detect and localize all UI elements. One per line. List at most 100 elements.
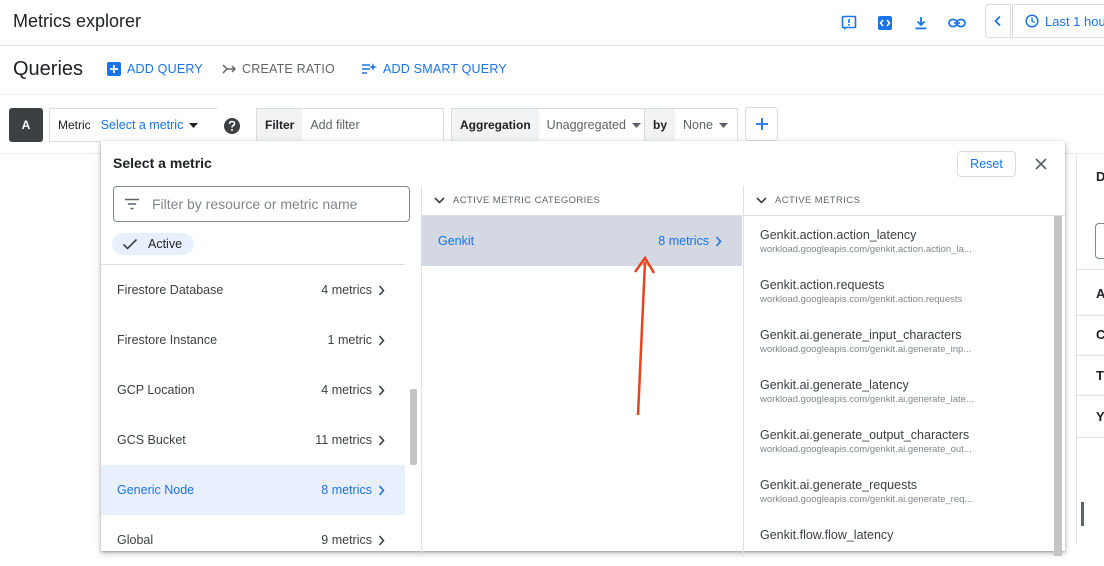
metrics-header-label: ACTIVE METRICS [775, 195, 861, 206]
metrics-list: Genkit.action.action_latency workload.go… [744, 216, 1054, 566]
resource-count: 11 metrics [315, 433, 372, 447]
help-icon[interactable] [222, 116, 242, 136]
categories-header[interactable]: ACTIVE METRIC CATEGORIES [422, 186, 743, 216]
feedback-icon[interactable] [838, 12, 860, 34]
plus-icon [755, 118, 768, 130]
chevron-right-icon [715, 235, 722, 247]
popup-title: Select a metric [113, 155, 212, 171]
right-panel-letter: A [1096, 286, 1104, 301]
list-item[interactable]: Global 9 metrics [101, 515, 405, 565]
scrollbar[interactable] [1054, 216, 1062, 556]
clock-icon [1025, 14, 1039, 28]
download-icon[interactable] [910, 12, 932, 34]
check-icon [122, 238, 138, 250]
metric-name: Genkit.action.action_latency [760, 228, 917, 242]
aggregation-label: Aggregation [452, 109, 539, 141]
chevron-right-icon [378, 534, 385, 546]
select-metric-popup: Select a metric Reset Active Firestore D… [101, 141, 1065, 556]
scrollbar[interactable] [1081, 502, 1084, 526]
by-label: by [645, 109, 676, 141]
resource-name: Firestore Database [117, 283, 224, 297]
metric-name: Genkit.ai.generate_requests [760, 478, 918, 492]
metric-path: workload.googleapis.com/genkit.ai.genera… [760, 444, 972, 455]
scrollbar[interactable] [410, 389, 417, 465]
active-chip-label: Active [148, 237, 183, 251]
active-filter-chip[interactable]: Active [112, 233, 195, 255]
add-query-label: ADD QUERY [127, 62, 203, 76]
category-item-selected[interactable]: Genkit 8 metrics [422, 216, 742, 266]
list-item[interactable]: Firestore Instance 1 metric [101, 315, 405, 365]
resource-count: 8 metrics [321, 483, 372, 497]
dropdown-arrow-icon [631, 122, 641, 128]
category-count: 8 metrics [658, 234, 709, 248]
right-panel-letter: C [1096, 327, 1104, 342]
list-item[interactable]: Genkit.action.requests workload.googleap… [744, 266, 1054, 316]
metric-name: Genkit.ai.generate_latency [760, 378, 909, 392]
metric-label: Metric [50, 109, 99, 141]
query-letter-badge[interactable]: A [9, 108, 43, 142]
chevron-right-icon [378, 334, 385, 346]
category-name: Genkit [438, 234, 475, 248]
smart-query-icon [362, 63, 377, 74]
divider [1077, 355, 1104, 356]
resource-name: GCS Bucket [117, 433, 186, 447]
resource-name: Global [117, 533, 154, 547]
right-panel-field[interactable] [1095, 223, 1104, 259]
list-item[interactable]: Genkit.ai.generate_input_characters work… [744, 316, 1054, 366]
right-panel-letter: D [1096, 169, 1104, 184]
categories-header-label: ACTIVE METRIC CATEGORIES [453, 195, 601, 206]
group-by-selector[interactable]: by None [644, 108, 738, 142]
divider [1077, 269, 1104, 270]
annotation-arrow-icon [633, 255, 656, 416]
resource-count: 4 metrics [321, 383, 372, 397]
link-icon[interactable] [946, 12, 968, 34]
add-clause-button[interactable] [745, 107, 778, 141]
code-icon[interactable] [874, 12, 896, 34]
right-config-panel: D A C T Y [1076, 155, 1104, 543]
dropdown-arrow-icon [189, 122, 199, 128]
list-item[interactable]: GCP Location 4 metrics [101, 365, 405, 415]
right-panel-letter: Y [1096, 409, 1104, 424]
resource-count: 4 metrics [321, 283, 372, 297]
add-query-button[interactable]: ADD QUERY [107, 62, 203, 76]
merge-icon [222, 64, 236, 74]
list-item[interactable]: Firestore Database 4 metrics [101, 265, 405, 315]
metrics-header[interactable]: ACTIVE METRICS [744, 186, 1065, 216]
queries-heading: Queries [13, 58, 84, 80]
time-range-label: Last 1 hour [1045, 13, 1104, 29]
chevron-right-icon [378, 434, 385, 446]
time-range-picker[interactable]: Last 1 hour [1012, 4, 1104, 38]
metric-value[interactable]: Select a metric [99, 118, 207, 132]
by-value: None [683, 118, 713, 132]
metric-path: workload.googleapis.com/genkit.ai.genera… [760, 494, 973, 505]
metric-search-box[interactable] [113, 186, 410, 222]
list-item-selected[interactable]: Generic Node 8 metrics [101, 465, 405, 515]
metric-selector[interactable]: Metric Select a metric [49, 108, 217, 142]
list-item[interactable]: Genkit.action.action_latency workload.go… [744, 216, 1054, 266]
top-bar: Metrics explorer Last 1 hour [0, 0, 1104, 46]
create-ratio-label: CREATE RATIO [242, 62, 335, 76]
close-icon[interactable] [1031, 154, 1051, 174]
create-ratio-button[interactable]: CREATE RATIO [222, 62, 335, 76]
chevron-down-icon [756, 197, 767, 204]
list-item[interactable]: Genkit.flow.flow_latency [744, 516, 1054, 566]
metric-search-input[interactable] [152, 196, 392, 212]
add-smart-query-button[interactable]: ADD SMART QUERY [361, 62, 507, 76]
list-item[interactable]: Genkit.ai.generate_output_characters wor… [744, 416, 1054, 466]
metric-name: Genkit.ai.generate_input_characters [760, 328, 962, 342]
page-title: Metrics explorer [13, 11, 142, 31]
chevron-right-icon [378, 284, 385, 296]
filter-field[interactable]: Filter Add filter [256, 108, 444, 142]
add-box-icon [107, 62, 121, 76]
list-item[interactable]: Genkit.ai.generate_latency workload.goog… [744, 366, 1054, 416]
reset-button[interactable]: Reset [957, 151, 1016, 177]
list-item[interactable]: GCS Bucket 11 metrics [101, 415, 405, 465]
resource-list: Firestore Database 4 metrics Firestore I… [101, 264, 405, 565]
divider [1077, 437, 1104, 438]
aggregation-value: Unaggregated [546, 118, 626, 132]
divider [1077, 395, 1104, 396]
previous-time-button[interactable] [985, 4, 1011, 38]
filter-placeholder[interactable]: Add filter [302, 118, 367, 132]
aggregation-selector[interactable]: Aggregation Unaggregated [451, 108, 644, 142]
list-item[interactable]: Genkit.ai.generate_requests workload.goo… [744, 466, 1054, 516]
